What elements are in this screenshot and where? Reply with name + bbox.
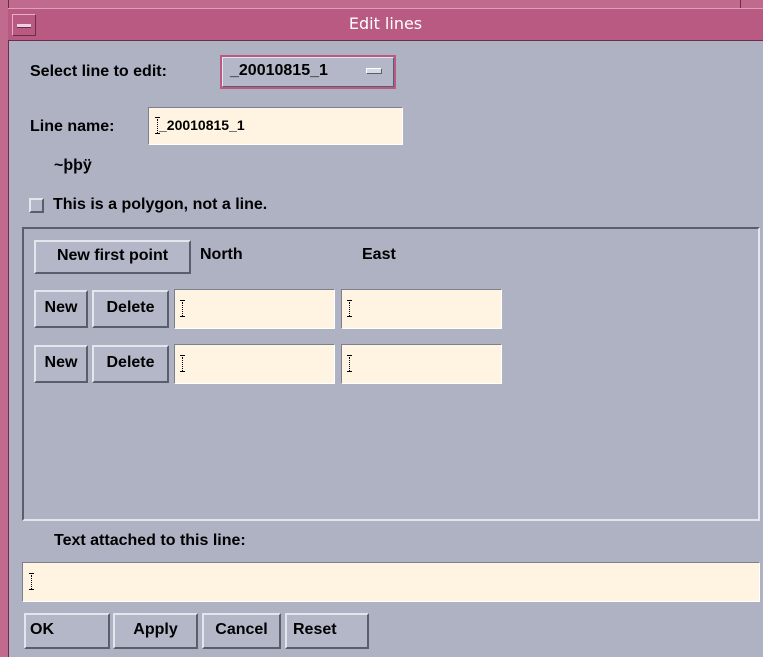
delete-point-button[interactable]: Delete	[92, 345, 169, 383]
new-first-point-button[interactable]: New first point	[34, 240, 191, 274]
delete-point-button[interactable]: Delete	[92, 290, 169, 328]
line-name-value: _20010815_1	[159, 117, 245, 133]
reset-button[interactable]: Reset	[285, 613, 369, 649]
edit-lines-window: Edit lines Select line to edit: _2001081…	[0, 0, 763, 657]
line-name-label: Line name:	[30, 118, 115, 135]
select-line-value: _20010815_1	[230, 62, 328, 79]
attached-text-field[interactable]	[22, 562, 760, 602]
text-cursor-icon	[180, 355, 185, 373]
new-point-button[interactable]: New	[34, 345, 88, 383]
ok-button[interactable]: OK	[24, 613, 110, 649]
polygon-checkbox-label[interactable]: This is a polygon, not a line.	[53, 196, 267, 214]
north-column-header: North	[200, 246, 243, 263]
north-field[interactable]	[174, 344, 335, 384]
text-cursor-icon	[347, 300, 352, 318]
window-left-frame	[0, 0, 9, 657]
text-cursor-icon	[180, 300, 185, 318]
new-point-button[interactable]: New	[34, 290, 88, 328]
line-name-field[interactable]: _20010815_1	[148, 107, 403, 145]
garbled-status-text: ~þþÿ	[54, 157, 92, 174]
select-line-label: Select line to edit:	[30, 63, 167, 80]
east-column-header: East	[362, 246, 396, 263]
attached-text-label: Text attached to this line:	[54, 532, 246, 549]
north-field[interactable]	[174, 289, 335, 329]
cancel-button[interactable]: Cancel	[202, 613, 281, 649]
east-field[interactable]	[341, 344, 502, 384]
select-line-option-menu[interactable]: _20010815_1	[220, 55, 396, 89]
polygon-checkbox[interactable]	[29, 198, 44, 213]
east-field[interactable]	[341, 289, 502, 329]
text-cursor-icon	[347, 355, 352, 373]
option-menu-indicator-icon	[366, 68, 382, 74]
text-cursor-icon	[29, 573, 34, 591]
window-title: Edit lines	[348, 14, 423, 33]
apply-button[interactable]: Apply	[113, 613, 198, 649]
